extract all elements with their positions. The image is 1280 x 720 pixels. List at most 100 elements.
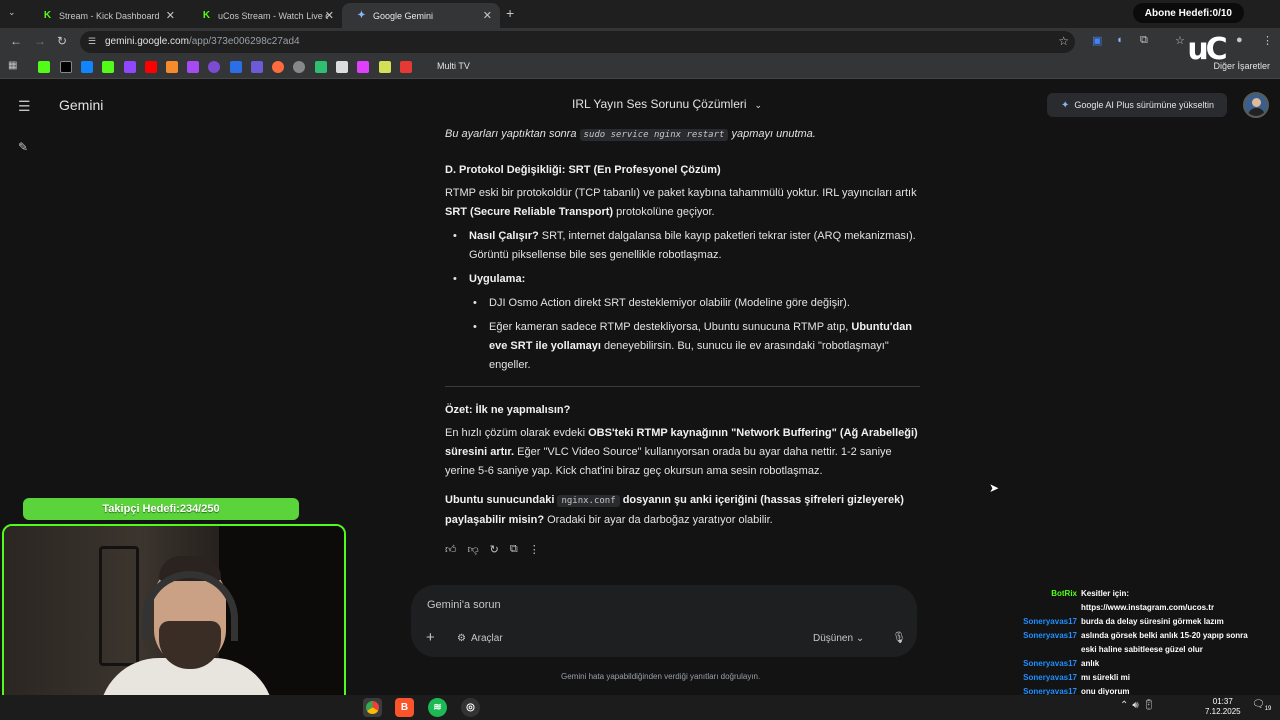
tools-button[interactable]: ⚙ Araçlar (457, 633, 503, 644)
close-icon[interactable]: ✕ (325, 9, 334, 22)
chat-message: eski haline sabitleese güzel olur (990, 643, 1280, 657)
chat-text: eski haline sabitleese güzel olur (1081, 645, 1203, 654)
url-path: /app/373e006298c27ad4 (188, 36, 300, 47)
summary-heading: Özet: İlk ne yapmalısın? (445, 404, 571, 416)
more-options-icon[interactable]: ⋮ (529, 543, 540, 556)
tab-kick-watch[interactable]: K uCos Stream - Watch Live on Kick ✕ (187, 3, 342, 28)
copy-icon[interactable]: ⧉ (510, 543, 518, 556)
reload-icon[interactable]: ↻ (57, 34, 67, 48)
kick-bookmark-icon[interactable] (102, 61, 114, 73)
ucos-logo-overlay: uC (1187, 32, 1227, 67)
chat-text: aslında görsek belki anlık 15-20 yapıp s… (1081, 631, 1248, 640)
chat-message: Soneryavas17 anlık (990, 657, 1280, 671)
bluesky-bookmark-icon[interactable] (81, 61, 93, 73)
spotify-icon[interactable]: ≋ (428, 698, 447, 717)
prompt-input[interactable]: Gemini'a sorun (427, 599, 501, 611)
bookmark-icon[interactable] (166, 61, 178, 73)
new-tab-icon[interactable]: + (506, 5, 514, 21)
bookmark-icon[interactable] (230, 61, 242, 73)
youtube-bookmark-icon[interactable] (145, 61, 157, 73)
chat-message: Soneryavas17 mı sürekli mi (990, 671, 1280, 685)
close-icon[interactable]: ✕ (483, 9, 492, 22)
regenerate-icon[interactable]: ↻ (490, 543, 499, 556)
bookmark-icon[interactable] (251, 61, 263, 73)
upgrade-button[interactable]: ✦ Google AI Plus sürümüne yükseltin (1047, 93, 1227, 117)
profile-icon[interactable]: ● (1236, 34, 1243, 46)
tab-search-icon[interactable]: ⌄ (8, 7, 16, 18)
inline-code: nginx.conf (557, 495, 620, 507)
bookmark-icon[interactable] (187, 61, 199, 73)
menu-kebab-icon[interactable]: ⋮ (1262, 34, 1273, 47)
thumbs-up-icon[interactable]: 👍︎ (445, 543, 457, 556)
bookmark-icon[interactable] (379, 61, 391, 73)
bookmark-icon[interactable] (315, 61, 327, 73)
forward-icon[interactable]: → (34, 34, 46, 48)
tab-kick-dashboard[interactable]: K Stream - Kick Dashboard ✕ (28, 3, 183, 28)
site-info-icon[interactable]: ☰ (88, 36, 96, 47)
system-tray-icons[interactable]: ⌃🔊︎🔋︎ (1120, 700, 1159, 711)
divider (445, 386, 920, 387)
bookmark-icon[interactable] (272, 61, 284, 73)
url-host: gemini.google.com (105, 36, 189, 47)
chevron-down-icon: ⌄ (754, 100, 763, 110)
toolbar: ← → ↻ ☰ gemini.google.com/app/373e006298… (0, 28, 1280, 56)
thumbs-down-icon[interactable]: 👎︎ (468, 543, 479, 556)
tools-icon: ⚙ (457, 633, 466, 644)
upgrade-label: Google AI Plus sürümüne yükseltin (1074, 100, 1214, 110)
apps-grid-icon[interactable]: ▦ (8, 60, 17, 71)
bookmark-icon[interactable] (293, 61, 305, 73)
list-item: Nasıl Çalışır? SRT, internet dalgalansa … (445, 227, 920, 265)
webcam-feed (2, 524, 346, 718)
bookmark-icon[interactable] (400, 61, 412, 73)
bookmark-multi-tv[interactable]: Multi TV (437, 61, 470, 71)
bookmark-icon[interactable] (208, 61, 220, 73)
kick-bookmark-icon[interactable] (38, 61, 50, 73)
tab-google-gemini[interactable]: ✦ Google Gemini ✕ (342, 3, 500, 28)
chat-username[interactable]: Soneryavas17 (990, 629, 1081, 643)
x-bookmark-icon[interactable] (60, 61, 72, 73)
mouse-cursor-icon: ➤ (989, 481, 1000, 495)
chat-message: Soneryavas17 burda da delay süresini görm… (990, 615, 1280, 629)
list-item: Uygulama: (445, 270, 920, 289)
close-icon[interactable]: ✕ (166, 9, 175, 22)
chat-username[interactable]: Soneryavas17 (990, 671, 1081, 685)
prompt-box[interactable]: Gemini'a sorun + ⚙ Araçlar Düşünen ⌄ 🎙︎ (411, 585, 917, 657)
chat-username[interactable]: Soneryavas17 (990, 657, 1081, 671)
chat-username[interactable] (990, 601, 1081, 615)
taskbar: B ≋ ◎ ⌃🔊︎🔋︎ 01:37 7.12.2025 🗨︎19 (0, 695, 1280, 720)
brave-icon[interactable]: B (395, 698, 414, 717)
mode-selector[interactable]: Düşünen ⌄ (813, 633, 864, 644)
back-icon[interactable]: ← (10, 34, 22, 48)
chat-username[interactable] (990, 643, 1081, 657)
chrome-icon[interactable] (363, 698, 382, 717)
extensions-icon[interactable]: ⧉ (1140, 34, 1148, 47)
disclaimer: Gemini hata yapabildiğinden verdiği yanı… (561, 672, 761, 681)
twitch-bookmark-icon[interactable] (124, 61, 136, 73)
bookmark-icon[interactable] (357, 61, 369, 73)
bookmark-star-icon[interactable]: ☆ (1058, 34, 1069, 48)
sparkle-icon: ✦ (1061, 99, 1070, 111)
bookmark-icon[interactable] (336, 61, 348, 73)
chat-text: https://www.instagram.com/ucos.tr (1081, 603, 1215, 612)
read-aloud-icon[interactable]: ◖ (1116, 34, 1123, 46)
gemini-brand[interactable]: Gemini (59, 97, 103, 113)
microphone-icon[interactable]: 🎙︎ (892, 631, 906, 644)
url-text: gemini.google.com/app/373e006298c27ad4 (105, 36, 300, 47)
new-chat-icon[interactable]: ✎ (18, 140, 28, 154)
clock[interactable]: 01:37 7.12.2025 (1205, 697, 1241, 717)
add-attachment-icon[interactable]: + (426, 629, 435, 646)
section-d-heading: D. Protokol Değişikliği: SRT (En Profesy… (445, 164, 721, 176)
kick-icon: K (43, 10, 52, 21)
avatar[interactable] (1243, 92, 1269, 118)
conversation-title[interactable]: IRL Yayın Ses Sorunu Çözümleri ⌄ (572, 97, 762, 111)
tab-title: Stream - Kick Dashboard (59, 10, 160, 21)
hamburger-menu-icon[interactable]: ☰ (18, 98, 31, 115)
chat-username[interactable]: BotRix (990, 587, 1081, 601)
chat-message: BotRix Kesitler için: (990, 587, 1280, 601)
obs-icon[interactable]: ◎ (461, 698, 480, 717)
notification-icon[interactable]: 🗨︎19 (1252, 699, 1271, 712)
address-bar[interactable]: ☰ gemini.google.com/app/373e006298c27ad4… (80, 31, 1075, 53)
chat-username[interactable]: Soneryavas17 (990, 615, 1081, 629)
chevron-down-icon: ⌄ (855, 633, 865, 644)
translate-icon[interactable]: ▣ (1092, 34, 1102, 47)
